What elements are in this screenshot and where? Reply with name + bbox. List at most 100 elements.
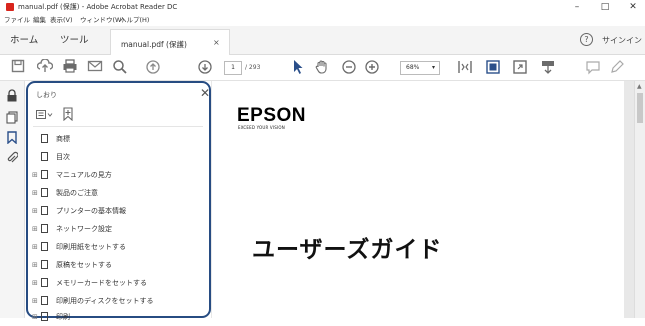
read-mode-icon[interactable] bbox=[540, 59, 556, 75]
options-menu-icon[interactable] bbox=[36, 110, 54, 121]
bookmark-item[interactable]: ⊞ 印刷用紙をセットする bbox=[28, 240, 208, 256]
scrollbar-thumb[interactable] bbox=[637, 93, 643, 123]
bookmark-item[interactable]: ⊞ プリンターの基本情報 bbox=[28, 204, 208, 220]
bookmark-page-icon bbox=[41, 260, 48, 269]
zoom-in-icon[interactable] bbox=[364, 59, 380, 75]
tab-close-icon[interactable]: × bbox=[213, 38, 220, 47]
bookmark-page-icon bbox=[41, 152, 48, 161]
pages-icon[interactable] bbox=[5, 111, 19, 125]
expand-icon[interactable]: ⊞ bbox=[32, 297, 38, 305]
bookmark-item[interactable]: ⊞ 製品のご注意 bbox=[28, 186, 208, 202]
bookmark-item[interactable]: 商標 bbox=[28, 132, 208, 148]
epson-logo: EPSON bbox=[237, 105, 307, 126]
new-bookmark-icon[interactable] bbox=[61, 107, 75, 124]
bookmark-label: 印刷用紙をセットする bbox=[56, 243, 126, 251]
scroll-up-icon[interactable]: ▲ bbox=[637, 83, 642, 90]
tab-document-label: manual.pdf (保護) bbox=[121, 40, 187, 49]
bookmark-page-icon bbox=[41, 188, 48, 197]
bookmark-page-icon bbox=[41, 296, 48, 305]
bookmark-label: 印刷 bbox=[56, 313, 70, 321]
tab-bar: ホーム ツール manual.pdf (保護) × bbox=[0, 26, 645, 55]
bookmark-page-icon bbox=[41, 134, 48, 143]
previous-page-icon[interactable] bbox=[145, 59, 161, 75]
full-screen-icon[interactable] bbox=[512, 59, 528, 75]
zoom-out-icon[interactable] bbox=[341, 59, 357, 75]
signin-link[interactable]: サインイン bbox=[602, 35, 642, 46]
page-thumbnail-icon[interactable] bbox=[485, 59, 501, 75]
bookmark-item[interactable]: ⊞ ネットワーク設定 bbox=[28, 222, 208, 238]
menu-view[interactable]: 表示(V) bbox=[50, 14, 73, 26]
expand-icon[interactable]: ⊞ bbox=[32, 189, 38, 197]
bookmarks-panel: しおり ✕ 商標 目次 ⊞ マニュアルの見方 ⊞ 製品のご注意 ⊞ プリンターの… bbox=[26, 81, 211, 321]
menu-edit[interactable]: 編集 bbox=[33, 14, 46, 26]
bookmark-page-icon bbox=[41, 312, 48, 321]
bookmark-page-icon bbox=[41, 206, 48, 215]
bookmark-label: メモリーカードをセットする bbox=[56, 279, 147, 287]
pen-icon[interactable] bbox=[609, 59, 625, 75]
bookmark-label: 原稿をセットする bbox=[56, 261, 112, 269]
bookmark-item[interactable]: ⊞ 印刷 bbox=[28, 310, 208, 326]
close-button[interactable]: ✕ bbox=[622, 0, 644, 14]
navigation-rail bbox=[0, 81, 25, 318]
print-icon[interactable] bbox=[62, 59, 78, 75]
chevron-down-icon: ▾ bbox=[431, 64, 435, 71]
expand-icon[interactable]: ⊞ bbox=[32, 243, 38, 251]
attachment-icon[interactable] bbox=[5, 151, 19, 165]
tab-document[interactable]: manual.pdf (保護) × bbox=[110, 29, 230, 55]
bookmarks-panel-title: しおり bbox=[36, 91, 57, 99]
bookmark-label: 製品のご注意 bbox=[56, 189, 98, 197]
lock-icon[interactable] bbox=[5, 89, 19, 103]
hand-tool-icon[interactable] bbox=[314, 59, 330, 75]
menu-window[interactable]: ウィンドウ(W) bbox=[80, 14, 124, 26]
bookmark-page-icon bbox=[41, 224, 48, 233]
menu-bar: ファイル 編集 表示(V) ウィンドウ(W) ヘルプ(H) bbox=[0, 14, 645, 26]
bookmark-label: プリンターの基本情報 bbox=[56, 207, 126, 215]
bookmark-page-icon bbox=[41, 278, 48, 287]
title-bar: manual.pdf (保護) - Adobe Acrobat Reader D… bbox=[0, 0, 645, 14]
bookmark-item[interactable]: ⊞ メモリーカードをセットする bbox=[28, 276, 208, 292]
close-icon[interactable]: ✕ bbox=[200, 86, 210, 100]
mail-icon[interactable] bbox=[87, 59, 103, 75]
menu-file[interactable]: ファイル bbox=[4, 14, 30, 26]
tab-home[interactable]: ホーム bbox=[10, 34, 38, 48]
document-scrollbar[interactable]: ▲ bbox=[634, 81, 645, 318]
search-icon[interactable] bbox=[112, 59, 128, 75]
minimize-button[interactable]: – bbox=[566, 0, 588, 14]
menu-help[interactable]: ヘルプ(H) bbox=[120, 14, 149, 26]
expand-icon[interactable]: ⊞ bbox=[32, 171, 38, 179]
zoom-value: 68% bbox=[406, 64, 420, 71]
window-title: manual.pdf (保護) - Adobe Acrobat Reader D… bbox=[18, 3, 178, 11]
bookmark-page-icon bbox=[41, 170, 48, 179]
page-number-input[interactable]: 1 bbox=[224, 61, 242, 75]
bookmark-label: 目次 bbox=[56, 153, 70, 161]
expand-icon[interactable]: ⊞ bbox=[32, 225, 38, 233]
expand-icon[interactable]: ⊞ bbox=[32, 313, 38, 321]
bookmark-label: 商標 bbox=[56, 135, 70, 143]
bookmark-item[interactable]: ⊞ 原稿をセットする bbox=[28, 258, 208, 274]
document-heading: ユーザーズガイド bbox=[252, 237, 443, 263]
expand-icon[interactable]: ⊞ bbox=[32, 261, 38, 269]
comment-icon[interactable] bbox=[585, 59, 601, 75]
zoom-select[interactable]: 68% ▾ bbox=[400, 61, 440, 75]
save-icon[interactable] bbox=[10, 59, 26, 75]
bookmark-label: ネットワーク設定 bbox=[56, 225, 112, 233]
help-icon[interactable]: ? bbox=[580, 33, 593, 46]
bookmark-label: マニュアルの見方 bbox=[56, 171, 112, 179]
bookmark-item[interactable]: 目次 bbox=[28, 150, 208, 166]
bookmark-page-icon bbox=[41, 242, 48, 251]
upload-cloud-icon[interactable] bbox=[36, 58, 54, 75]
maximize-button[interactable]: □ bbox=[594, 0, 616, 14]
next-page-icon[interactable] bbox=[197, 59, 213, 75]
panel-divider bbox=[33, 126, 203, 127]
select-cursor-icon[interactable] bbox=[290, 59, 306, 75]
bookmark-label: 印刷用のディスクをセットする bbox=[56, 297, 154, 305]
fit-page-icon[interactable] bbox=[457, 59, 473, 75]
bookmark-icon[interactable] bbox=[5, 131, 19, 145]
bookmark-item[interactable]: ⊞ マニュアルの見方 bbox=[28, 168, 208, 184]
expand-icon[interactable]: ⊞ bbox=[32, 207, 38, 215]
epson-tagline: EXCEED YOUR VISION bbox=[238, 125, 285, 130]
acrobat-app-icon bbox=[6, 3, 14, 11]
tab-tools[interactable]: ツール bbox=[60, 34, 89, 48]
expand-icon[interactable]: ⊞ bbox=[32, 279, 38, 287]
bookmark-item[interactable]: ⊞ 印刷用のディスクをセットする bbox=[28, 294, 208, 310]
